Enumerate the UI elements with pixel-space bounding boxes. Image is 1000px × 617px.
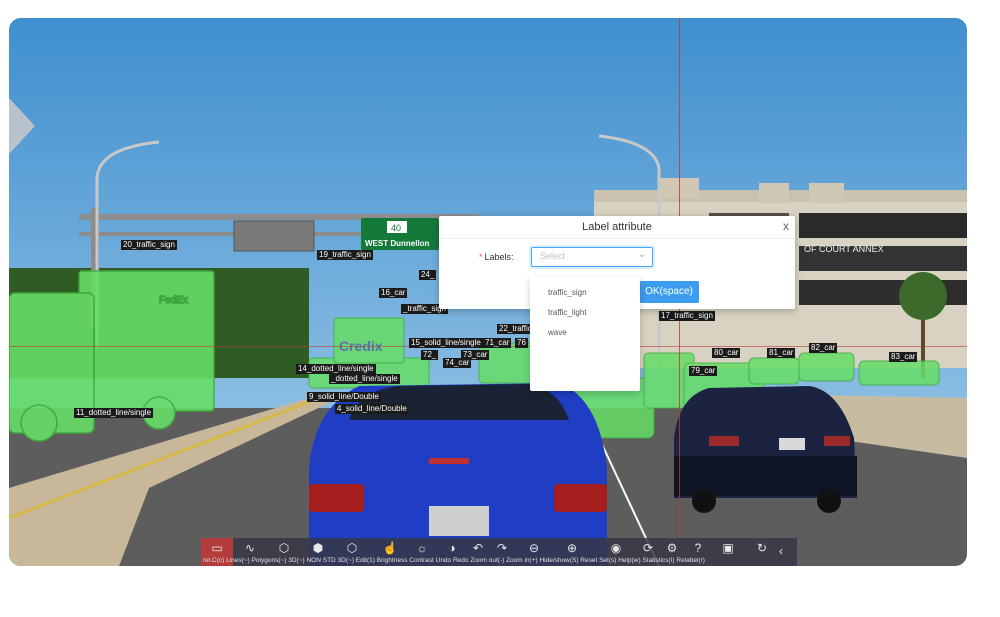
ok-button[interactable]: OK(space) <box>639 281 699 303</box>
annotation-tag[interactable]: _dotted_line/single <box>329 374 400 384</box>
annotation-tag[interactable]: 83_car <box>889 352 918 362</box>
cube-icon[interactable]: ⬢ <box>309 541 327 555</box>
dropdown-option-traffic-sign[interactable]: traffic_sign <box>548 288 587 297</box>
relabel-icon[interactable]: ↻ <box>753 541 771 555</box>
annotation-tag[interactable]: 19_traffic_sign <box>317 250 373 260</box>
annotation-toolbar: ▭ ∿ ⬡ ⬢ ⬡ ☝ ☼ ◑ ↶ ↷ ⊖ ⊕ ◉ ⟳ ⚙ ? ▣ ↻ ‹ re… <box>201 538 797 566</box>
dialog-title: Label attribute <box>439 216 795 239</box>
labels-field-label: * Labels: <box>479 252 514 262</box>
svg-text:FedEx: FedEx <box>159 295 188 306</box>
close-icon[interactable]: x <box>783 219 789 233</box>
collapse-toolbar-icon[interactable]: ‹ <box>779 544 783 558</box>
annotation-tag[interactable]: 15_solid_line/single <box>409 338 483 348</box>
annotation-tag[interactable]: 76 <box>515 338 528 348</box>
zoom-out-icon[interactable]: ⊖ <box>525 541 543 555</box>
brightness-icon[interactable]: ☼ <box>413 541 431 555</box>
settings-icon[interactable]: ⚙ <box>663 541 681 555</box>
annotation-tag[interactable]: 73_car <box>461 350 490 360</box>
annotation-tag[interactable]: 81_car <box>767 348 796 358</box>
annotation-tag[interactable]: 20_traffic_sign <box>121 240 177 250</box>
svg-text:OF COURT ANNEX: OF COURT ANNEX <box>804 244 884 254</box>
toolbar-labels: rel.C(c) Lines(~) Polygons(~) 3D(~) NON … <box>203 557 705 564</box>
pointer-icon[interactable]: ☝ <box>381 541 399 555</box>
annotation-tag[interactable]: 14_dotted_line/single <box>296 364 376 374</box>
undo-icon[interactable]: ↶ <box>469 541 487 555</box>
svg-text:WEST Dunnellon: WEST Dunnellon <box>365 239 430 248</box>
reset-icon[interactable]: ⟳ <box>639 541 657 555</box>
annotation-tag[interactable]: 11_dotted_line/single <box>74 408 154 418</box>
annotation-tag[interactable]: 80_car <box>712 348 741 358</box>
annotation-tag[interactable]: 22_traffic <box>497 324 534 334</box>
labels-select[interactable]: Select ⌄ <box>531 247 653 267</box>
annotation-tag[interactable]: 4_solid_line/Double <box>335 404 409 414</box>
required-mark: * <box>479 252 483 262</box>
dropdown-option-wave[interactable]: wave <box>548 328 567 337</box>
side-panel-toggle[interactable] <box>9 98 35 154</box>
annotation-tag[interactable]: 82_car <box>809 343 838 353</box>
rectangle-icon: ▭ <box>211 541 223 555</box>
annotation-tag[interactable]: 16_car <box>379 288 408 298</box>
curve-icon[interactable]: ∿ <box>241 541 259 555</box>
dropdown-option-traffic-light[interactable]: traffic_light <box>548 308 587 317</box>
svg-text:40: 40 <box>391 223 401 233</box>
chevron-down-icon: ⌄ <box>637 249 646 260</box>
contrast-icon[interactable]: ◑ <box>443 541 461 555</box>
labels-label-text: Labels: <box>484 252 514 262</box>
select-placeholder: Select <box>540 251 566 261</box>
redo-icon[interactable]: ↷ <box>493 541 511 555</box>
watermark: Credix <box>339 338 383 354</box>
labels-dropdown-menu: traffic_sign traffic_light wave <box>530 277 640 391</box>
zoom-in-icon[interactable]: ⊕ <box>563 541 581 555</box>
help-icon[interactable]: ? <box>689 541 707 555</box>
annotation-tag[interactable]: 71_car <box>483 338 512 348</box>
eye-icon[interactable]: ◉ <box>607 541 625 555</box>
cube-outline-icon[interactable]: ⬡ <box>343 541 361 555</box>
annotation-tag[interactable]: 9_solid_line/Double <box>307 392 381 402</box>
annotation-tag[interactable]: 72_ <box>421 350 439 360</box>
image-canvas[interactable]: OF COURT ANNEX 40 WEST Dunnellon FedEx C… <box>9 18 967 566</box>
annotation-tag[interactable]: 24_ <box>419 270 437 280</box>
annotation-tag[interactable]: 17_traffic_sign <box>659 311 715 321</box>
polygon-icon[interactable]: ⬡ <box>275 541 293 555</box>
annotation-tag[interactable]: 79_car <box>689 366 718 376</box>
dark-sedan <box>674 386 857 513</box>
statistics-icon[interactable]: ▣ <box>719 541 737 555</box>
